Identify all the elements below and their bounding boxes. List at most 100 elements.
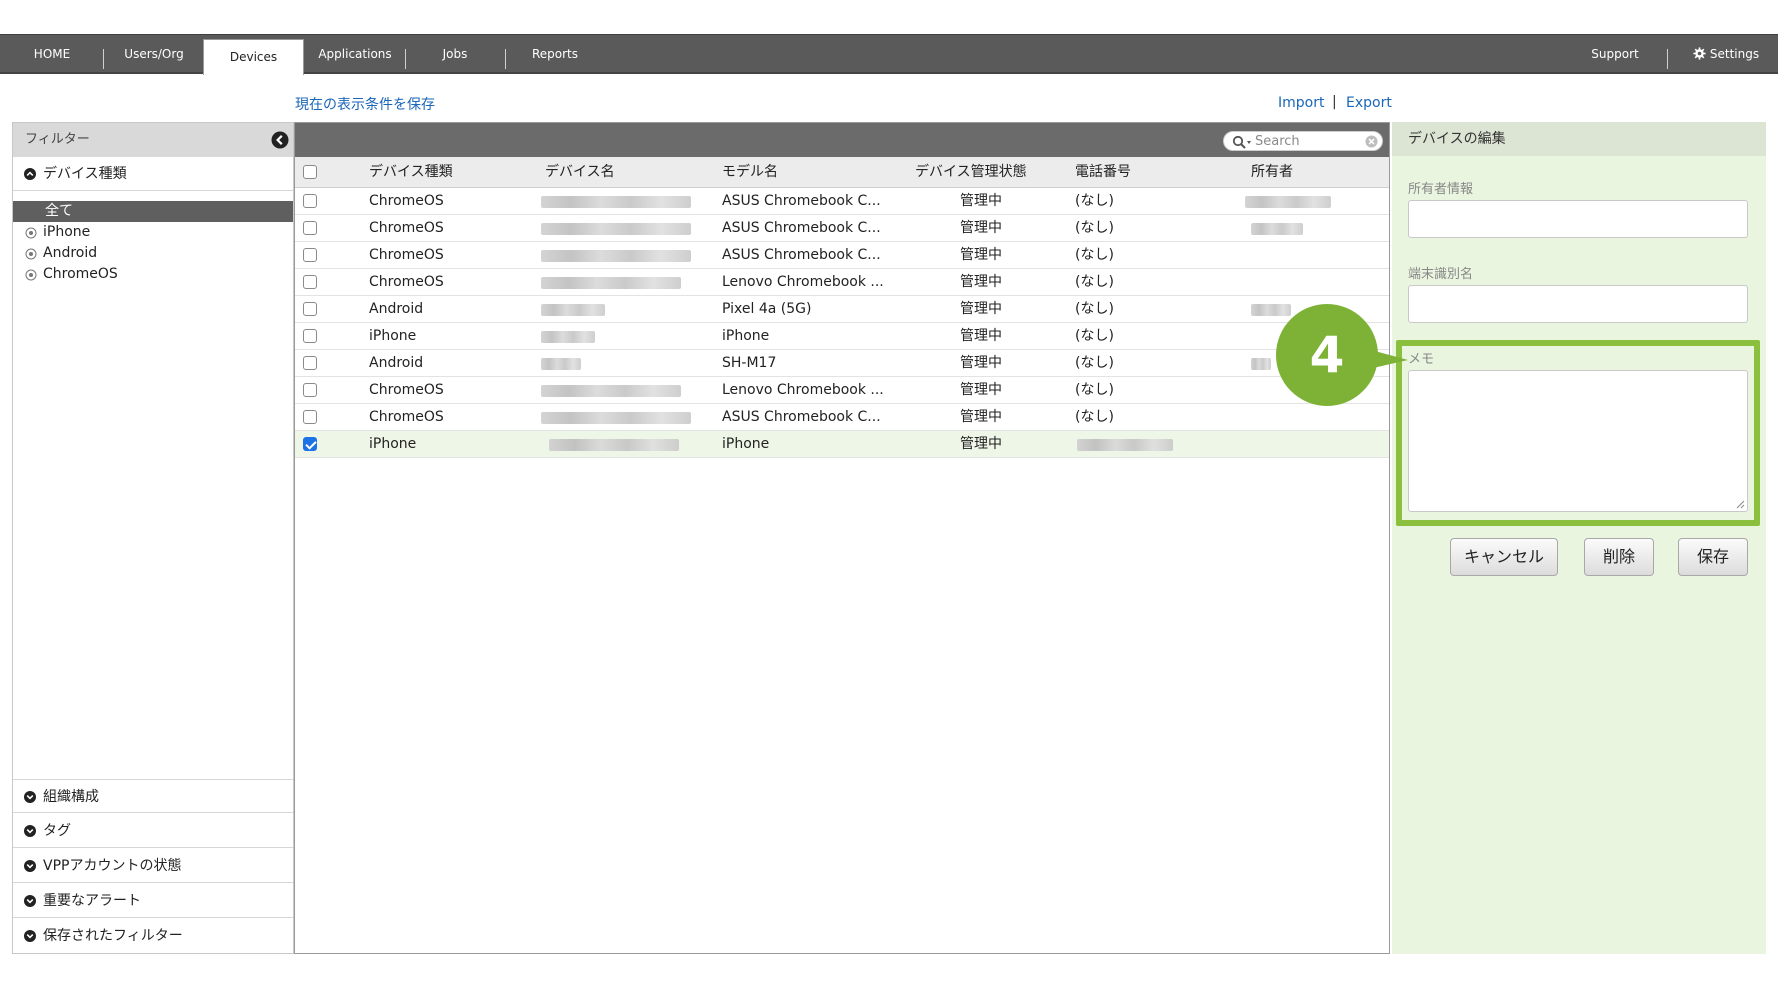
cell-state: 管理中 [960, 355, 1002, 371]
delete-button[interactable]: 削除 [1584, 538, 1654, 576]
resize-grip-icon[interactable] [1735, 499, 1745, 509]
row-checkbox[interactable] [303, 329, 317, 343]
section-label: 重要なアラート [43, 893, 141, 909]
memo-textarea[interactable] [1408, 370, 1748, 512]
redacted-owner [1251, 358, 1271, 370]
row-checkbox[interactable] [303, 356, 317, 370]
filter-option-label: iPhone [43, 224, 91, 240]
table-row-selected[interactable]: iPhone iPhone 管理中 [295, 431, 1389, 458]
owner-info-field[interactable] [1408, 200, 1748, 238]
cell-model: iPhone [722, 436, 770, 452]
table-row[interactable]: ChromeOS Lenovo Chromebook ... 管理中 (なし) [295, 269, 1389, 296]
chevron-down-icon [24, 825, 36, 837]
redacted-owner [1251, 223, 1303, 235]
nav-support[interactable]: Support [1580, 35, 1650, 73]
row-checkbox[interactable] [303, 194, 317, 208]
collapse-sidebar-icon[interactable] [271, 131, 289, 149]
cell-phone: (なし) [1075, 382, 1114, 398]
nav-devices[interactable]: Devices [203, 39, 304, 75]
filter-option-android[interactable]: Android [13, 243, 293, 264]
cell-phone: (なし) [1075, 409, 1114, 425]
cell-state: 管理中 [960, 193, 1002, 209]
nav-divider [505, 49, 506, 69]
export-link[interactable]: Export [1346, 95, 1392, 111]
vpp-account-section[interactable]: VPPアカウントの状態 [13, 849, 293, 883]
cell-device-type: ChromeOS [369, 220, 444, 236]
gear-icon [1693, 47, 1706, 60]
table-row[interactable]: iPhone iPhone 管理中 (なし) [295, 323, 1389, 350]
cell-phone: (なし) [1075, 355, 1114, 371]
search-input[interactable]: Search [1223, 131, 1383, 151]
cell-device-type: Android [369, 355, 424, 371]
org-structure-section[interactable]: 組織構成 [13, 779, 293, 813]
edit-panel-title: デバイスの編集 [1392, 122, 1766, 156]
table-row[interactable]: Android SH-M17 管理中 (なし) [295, 350, 1389, 377]
filter-sidebar: フィルター デバイス種類 全て iPhone Android ChromeOS [12, 122, 294, 954]
table-row[interactable]: ChromeOS ASUS Chromebook C... 管理中 (なし) [295, 215, 1389, 242]
table-row[interactable]: ChromeOS ASUS Chromebook C... 管理中 (なし) [295, 188, 1389, 215]
nav-users-org[interactable]: Users/Org [112, 35, 196, 73]
cell-device-type: ChromeOS [369, 274, 444, 290]
redacted-device-name [541, 304, 605, 316]
import-link[interactable]: Import [1278, 95, 1324, 111]
column-header-device-type[interactable]: デバイス種類 [369, 157, 453, 187]
filter-option-all[interactable]: 全て [13, 201, 293, 222]
nav-applications[interactable]: Applications [312, 35, 398, 73]
device-alias-field[interactable] [1408, 285, 1748, 323]
nav-jobs[interactable]: Jobs [430, 35, 480, 73]
row-checkbox[interactable] [303, 221, 317, 235]
table-row[interactable]: ChromeOS ASUS Chromebook C... 管理中 (なし) [295, 404, 1389, 431]
redacted-device-name [541, 412, 691, 424]
tag-section[interactable]: タグ [13, 814, 293, 848]
column-header-management-state[interactable]: デバイス管理状態 [915, 157, 1027, 187]
clear-search-icon[interactable] [1365, 135, 1378, 148]
cell-device-type: ChromeOS [369, 409, 444, 425]
critical-alert-section[interactable]: 重要なアラート [13, 884, 293, 918]
column-header-phone[interactable]: 電話番号 [1075, 157, 1131, 187]
section-label: デバイス種類 [43, 166, 127, 182]
cell-device-type: Android [369, 301, 424, 317]
column-header-model[interactable]: モデル名 [722, 157, 778, 187]
cell-device-type: ChromeOS [369, 247, 444, 263]
save-button[interactable]: 保存 [1678, 538, 1748, 576]
filter-option-iphone[interactable]: iPhone [13, 222, 293, 243]
column-header-owner[interactable]: 所有者 [1251, 157, 1293, 187]
filter-option-chromeos[interactable]: ChromeOS [13, 264, 293, 285]
select-all-checkbox[interactable] [303, 165, 317, 179]
saved-filter-section[interactable]: 保存されたフィルター [13, 919, 293, 953]
radio-icon [25, 227, 37, 239]
nav-home[interactable]: HOME [18, 35, 86, 73]
row-checkbox[interactable] [303, 410, 317, 424]
cell-model: Lenovo Chromebook ... [722, 274, 884, 290]
nav-reports[interactable]: Reports [522, 35, 588, 73]
device-alias-label: 端末識別名 [1408, 267, 1474, 282]
cell-phone: (なし) [1075, 274, 1114, 290]
chevron-up-icon [24, 168, 36, 180]
row-checkbox-checked[interactable] [303, 437, 317, 451]
row-checkbox[interactable] [303, 302, 317, 316]
device-type-section[interactable]: デバイス種類 [13, 157, 293, 191]
nav-settings[interactable]: Settings [1680, 35, 1772, 73]
radio-icon [25, 269, 37, 281]
cell-state: 管理中 [960, 247, 1002, 263]
cell-phone: (なし) [1075, 247, 1114, 263]
column-header-device-name[interactable]: デバイス名 [545, 157, 615, 187]
cell-device-type: iPhone [369, 328, 417, 344]
cell-model: Lenovo Chromebook ... [722, 382, 884, 398]
cancel-button[interactable]: キャンセル [1450, 538, 1558, 576]
table-row[interactable]: ChromeOS Lenovo Chromebook ... 管理中 (なし) [295, 377, 1389, 404]
row-checkbox[interactable] [303, 248, 317, 262]
save-view-link[interactable]: 現在の表示条件を保存 [295, 94, 435, 114]
row-checkbox[interactable] [303, 383, 317, 397]
cell-model: SH-M17 [722, 355, 777, 371]
filter-option-label: ChromeOS [43, 266, 118, 282]
filter-option-label: Android [43, 245, 98, 261]
cell-state: 管理中 [960, 382, 1002, 398]
nav-divider [103, 49, 104, 69]
top-nav: HOME Users/Org Devices Applications Jobs… [0, 34, 1778, 75]
redacted-device-name [541, 277, 681, 289]
table-row[interactable]: Android Pixel 4a (5G) 管理中 (なし) [295, 296, 1389, 323]
cell-model: ASUS Chromebook C... [722, 193, 881, 209]
row-checkbox[interactable] [303, 275, 317, 289]
table-row[interactable]: ChromeOS ASUS Chromebook C... 管理中 (なし) [295, 242, 1389, 269]
